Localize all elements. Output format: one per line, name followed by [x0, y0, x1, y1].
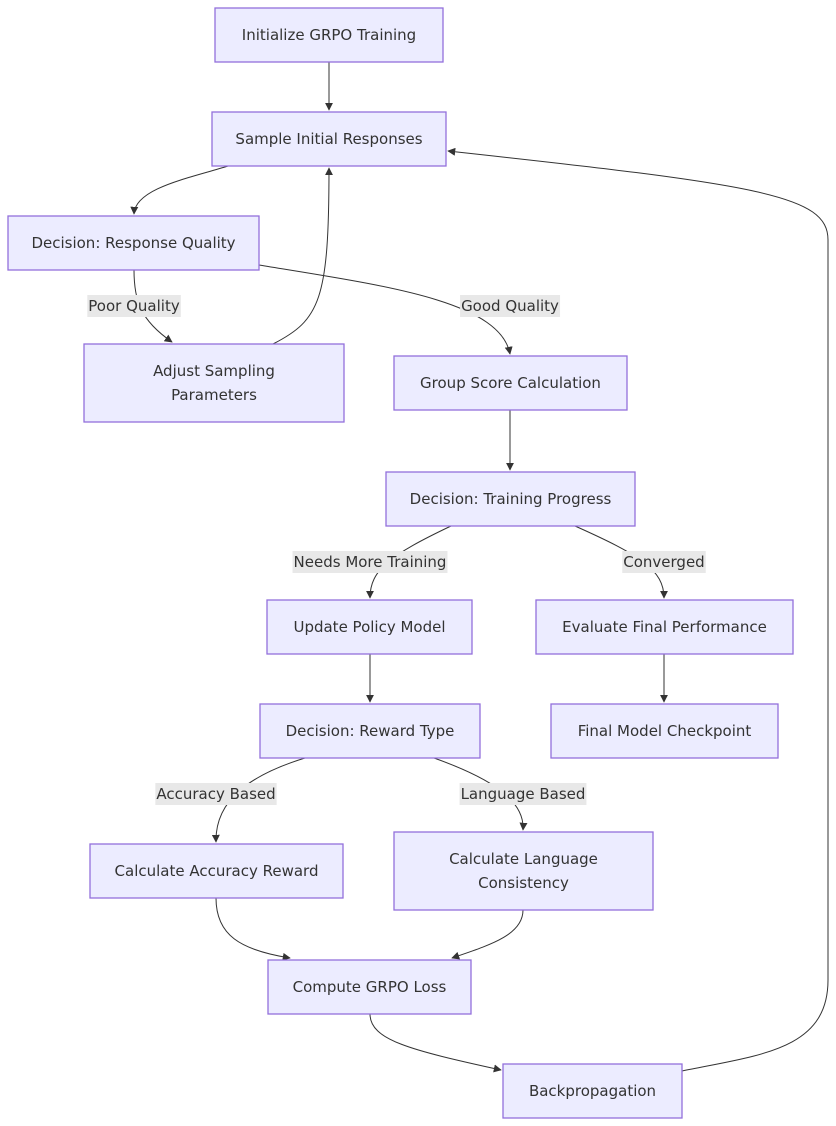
edge-label-text: Accuracy Based [156, 785, 275, 803]
edge-label-text: Language Based [461, 785, 586, 803]
edge-label: Needs More Training [292, 551, 448, 573]
flowchart-canvas: Poor Quality Good Quality Needs More Train… [7, 7, 829, 1119]
node-label: Group Score Calculation [420, 374, 601, 392]
node-sample[interactable]: Sample Initial Responses [211, 111, 447, 167]
node-init[interactable]: Initialize GRPO Training [214, 7, 444, 63]
edge-label-text: Poor Quality [88, 297, 180, 315]
edge-label: Accuracy Based [155, 783, 277, 805]
edge-loss-to-backprop [369, 1013, 502, 1073]
node-label: Calculate Accuracy Reward [115, 862, 319, 880]
node-label: Adjust Sampling [153, 362, 275, 380]
node-label: Parameters [171, 386, 257, 404]
node-label: Evaluate Final Performance [562, 618, 767, 636]
node-label: Final Model Checkpoint [578, 722, 752, 740]
node-dec-progress[interactable]: Decision: Training Progress [385, 471, 636, 527]
node-label: Consistency [478, 874, 569, 892]
node-backprop[interactable]: Backpropagation [502, 1063, 683, 1119]
node-box [393, 831, 654, 911]
edge-label: Language Based [459, 783, 587, 805]
node-label: Backpropagation [529, 1082, 656, 1100]
node-group[interactable]: Group Score Calculation [393, 355, 628, 411]
node-adjust[interactable]: Adjust Sampling Parameters [83, 343, 345, 423]
node-label: Decision: Training Progress [410, 490, 612, 508]
node-checkpoint[interactable]: Final Model Checkpoint [550, 703, 779, 759]
edge-lang-to-loss [451, 909, 524, 960]
node-label: Sample Initial Responses [235, 130, 422, 148]
node-label: Decision: Reward Type [286, 722, 455, 740]
node-label: Initialize GRPO Training [242, 26, 416, 44]
node-lang[interactable]: Calculate Language Consistency [393, 831, 654, 911]
edge-label: Converged [622, 551, 706, 573]
node-dec-reward[interactable]: Decision: Reward Type [259, 703, 481, 759]
node-update[interactable]: Update Policy Model [266, 599, 473, 655]
node-evaluate[interactable]: Evaluate Final Performance [535, 599, 794, 655]
edges-layer [130, 62, 829, 1073]
edge-label-text: Good Quality [461, 297, 559, 315]
node-label: Calculate Language [449, 850, 598, 868]
node-dec-quality[interactable]: Decision: Response Quality [7, 215, 260, 271]
node-label: Update Policy Model [293, 618, 445, 636]
node-acc-reward[interactable]: Calculate Accuracy Reward [89, 843, 344, 899]
node-loss[interactable]: Compute GRPO Loss [267, 959, 472, 1015]
node-box [83, 343, 345, 423]
node-label: Compute GRPO Loss [293, 978, 447, 996]
edge-adjust-to-sample [272, 167, 333, 345]
edge-label-text: Needs More Training [294, 553, 447, 571]
edge-label: Poor Quality [87, 295, 181, 317]
edge-acc_reward-to-loss [215, 897, 291, 961]
edge-label-text: Converged [623, 553, 704, 571]
node-label: Decision: Response Quality [31, 234, 235, 252]
edge-label: Good Quality [460, 295, 561, 317]
edge-sample-to-dec_quality [130, 165, 229, 215]
